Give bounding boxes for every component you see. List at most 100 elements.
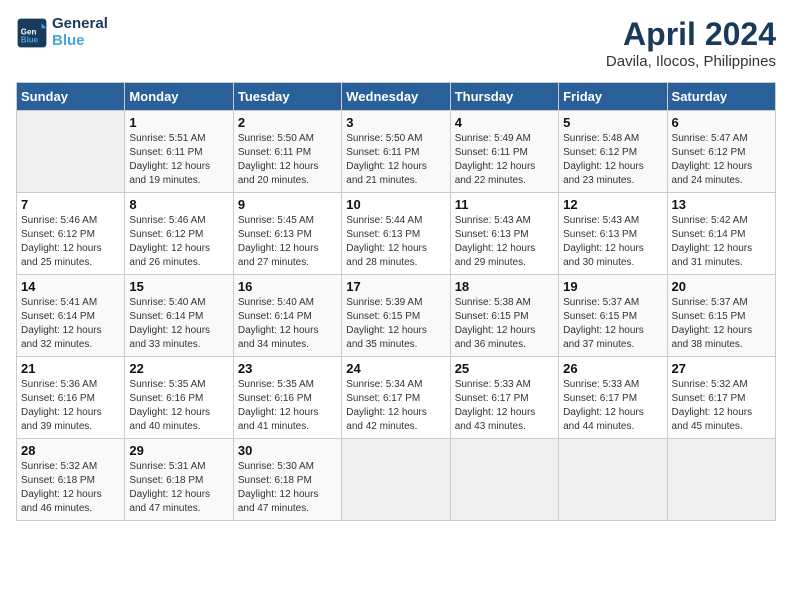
day-cell: 5Sunrise: 5:48 AMSunset: 6:12 PMDaylight… — [559, 111, 667, 193]
week-row-1: 1Sunrise: 5:51 AMSunset: 6:11 PMDaylight… — [17, 111, 776, 193]
day-info: Sunrise: 5:37 AMSunset: 6:15 PMDaylight:… — [563, 296, 662, 352]
page-header: Gen Blue General Blue April 2024 Davila,… — [16, 16, 776, 70]
day-info: Sunrise: 5:50 AMSunset: 6:11 PMDaylight:… — [346, 132, 445, 188]
day-cell: 9 Sunrise: 5:45 AMSunset: 6:13 PMDaylight… — [233, 193, 341, 275]
day-cell: 3 Sunrise: 5:50 AMSunset: 6:11 PMDaylight… — [342, 111, 450, 193]
day-cell: 19 Sunrise: 5:37 AMSunset: 6:15 PMDayligh… — [559, 275, 667, 357]
day-cell: 10 Sunrise: 5:44 AMSunset: 6:13 PMDayligh… — [342, 193, 450, 275]
day-info: Sunrise: 5:39 AMSunset: 6:15 PMDaylight:… — [346, 296, 445, 352]
day-cell — [667, 439, 775, 521]
day-number: 25 — [455, 361, 554, 376]
day-info: Sunrise: 5:40 AMSunset: 6:14 PMDaylight:… — [129, 296, 228, 352]
day-cell: 7Sunrise: 5:46 AMSunset: 6:12 PMDaylight… — [17, 193, 125, 275]
day-cell: 26Sunrise: 5:33 AMSunset: 6:17 PMDayligh… — [559, 357, 667, 439]
day-cell: 1Sunrise: 5:51 AMSunset: 6:11 PMDaylight… — [125, 111, 233, 193]
day-number: 19 — [563, 279, 662, 294]
day-cell: 30 Sunrise: 5:30 AMSunset: 6:18 PMDayligh… — [233, 439, 341, 521]
day-cell: 13 Sunrise: 5:42 AMSunset: 6:14 PMDayligh… — [667, 193, 775, 275]
day-cell: 29 Sunrise: 5:31 AMSunset: 6:18 PMDayligh… — [125, 439, 233, 521]
day-info: Sunrise: 5:45 AMSunset: 6:13 PMDaylight:… — [238, 214, 337, 270]
day-cell: 24 Sunrise: 5:34 AMSunset: 6:17 PMDayligh… — [342, 357, 450, 439]
week-row-2: 7Sunrise: 5:46 AMSunset: 6:12 PMDaylight… — [17, 193, 776, 275]
day-info: Sunrise: 5:35 AMSunset: 6:16 PMDaylight:… — [238, 378, 337, 434]
logo-icon: Gen Blue — [16, 17, 48, 49]
day-cell — [342, 439, 450, 521]
day-number: 12 — [563, 197, 662, 212]
day-number: 13 — [672, 197, 771, 212]
day-info: Sunrise: 5:40 AMSunset: 6:14 PMDaylight:… — [238, 296, 337, 352]
day-info: Sunrise: 5:44 AMSunset: 6:13 PMDaylight:… — [346, 214, 445, 270]
day-info: Sunrise: 5:43 AMSunset: 6:13 PMDaylight:… — [455, 214, 554, 270]
day-info: Sunrise: 5:34 AMSunset: 6:17 PMDaylight:… — [346, 378, 445, 434]
svg-text:Blue: Blue — [21, 35, 39, 44]
day-number: 15 — [129, 279, 228, 294]
header-monday: Monday — [125, 83, 233, 111]
day-number: 22 — [129, 361, 228, 376]
day-number: 28 — [21, 443, 120, 458]
day-number: 9 — [238, 197, 337, 212]
day-cell: 27 Sunrise: 5:32 AMSunset: 6:17 PMDayligh… — [667, 357, 775, 439]
day-info: Sunrise: 5:35 AMSunset: 6:16 PMDaylight:… — [129, 378, 228, 434]
day-cell — [559, 439, 667, 521]
day-info: Sunrise: 5:42 AMSunset: 6:14 PMDaylight:… — [672, 214, 771, 270]
day-cell: 2Sunrise: 5:50 AMSunset: 6:11 PMDaylight… — [233, 111, 341, 193]
location-title: Davila, Ilocos, Philippines — [606, 53, 776, 70]
week-row-3: 14Sunrise: 5:41 AMSunset: 6:14 PMDayligh… — [17, 275, 776, 357]
day-number: 20 — [672, 279, 771, 294]
day-info: Sunrise: 5:46 AMSunset: 6:12 PMDaylight:… — [129, 214, 228, 270]
header-saturday: Saturday — [667, 83, 775, 111]
week-row-5: 28Sunrise: 5:32 AMSunset: 6:18 PMDayligh… — [17, 439, 776, 521]
day-cell: 6 Sunrise: 5:47 AMSunset: 6:12 PMDaylight… — [667, 111, 775, 193]
app-logo: Gen Blue General Blue — [16, 16, 108, 49]
day-cell: 4 Sunrise: 5:49 AMSunset: 6:11 PMDaylight… — [450, 111, 558, 193]
day-info: Sunrise: 5:46 AMSunset: 6:12 PMDaylight:… — [21, 214, 120, 270]
day-number: 4 — [455, 115, 554, 130]
day-number: 29 — [129, 443, 228, 458]
day-number: 30 — [238, 443, 337, 458]
day-info: Sunrise: 5:32 AMSunset: 6:17 PMDaylight:… — [672, 378, 771, 434]
day-number: 21 — [21, 361, 120, 376]
day-cell: 28Sunrise: 5:32 AMSunset: 6:18 PMDayligh… — [17, 439, 125, 521]
day-info: Sunrise: 5:36 AMSunset: 6:16 PMDaylight:… — [21, 378, 120, 434]
day-info: Sunrise: 5:37 AMSunset: 6:15 PMDaylight:… — [672, 296, 771, 352]
day-cell: 8Sunrise: 5:46 AMSunset: 6:12 PMDaylight… — [125, 193, 233, 275]
calendar-table: SundayMondayTuesdayWednesdayThursdayFrid… — [16, 82, 776, 521]
day-cell: 11 Sunrise: 5:43 AMSunset: 6:13 PMDayligh… — [450, 193, 558, 275]
day-number: 18 — [455, 279, 554, 294]
month-title: April 2024 — [606, 16, 776, 53]
day-cell: 21 Sunrise: 5:36 AMSunset: 6:16 PMDayligh… — [17, 357, 125, 439]
header-sunday: Sunday — [17, 83, 125, 111]
header-thursday: Thursday — [450, 83, 558, 111]
day-info: Sunrise: 5:49 AMSunset: 6:11 PMDaylight:… — [455, 132, 554, 188]
day-number: 27 — [672, 361, 771, 376]
day-info: Sunrise: 5:43 AMSunset: 6:13 PMDaylight:… — [563, 214, 662, 270]
header-wednesday: Wednesday — [342, 83, 450, 111]
day-number: 16 — [238, 279, 337, 294]
header-friday: Friday — [559, 83, 667, 111]
day-number: 6 — [672, 115, 771, 130]
day-info: Sunrise: 5:31 AMSunset: 6:18 PMDaylight:… — [129, 460, 228, 516]
day-info: Sunrise: 5:33 AMSunset: 6:17 PMDaylight:… — [563, 378, 662, 434]
day-info: Sunrise: 5:48 AMSunset: 6:12 PMDaylight:… — [563, 132, 662, 188]
day-cell: 16 Sunrise: 5:40 AMSunset: 6:14 PMDayligh… — [233, 275, 341, 357]
day-info: Sunrise: 5:51 AMSunset: 6:11 PMDaylight:… — [129, 132, 228, 188]
day-cell: 12 Sunrise: 5:43 AMSunset: 6:13 PMDayligh… — [559, 193, 667, 275]
calendar-title-block: April 2024 Davila, Ilocos, Philippines — [606, 16, 776, 70]
day-info: Sunrise: 5:38 AMSunset: 6:15 PMDaylight:… — [455, 296, 554, 352]
day-cell — [17, 111, 125, 193]
day-cell — [450, 439, 558, 521]
day-cell: 23Sunrise: 5:35 AMSunset: 6:16 PMDayligh… — [233, 357, 341, 439]
day-number: 3 — [346, 115, 445, 130]
day-cell: 25Sunrise: 5:33 AMSunset: 6:17 PMDayligh… — [450, 357, 558, 439]
day-cell: 18 Sunrise: 5:38 AMSunset: 6:15 PMDayligh… — [450, 275, 558, 357]
day-number: 10 — [346, 197, 445, 212]
day-cell: 20 Sunrise: 5:37 AMSunset: 6:15 PMDayligh… — [667, 275, 775, 357]
day-cell: 22 Sunrise: 5:35 AMSunset: 6:16 PMDayligh… — [125, 357, 233, 439]
day-number: 24 — [346, 361, 445, 376]
header-tuesday: Tuesday — [233, 83, 341, 111]
week-row-4: 21 Sunrise: 5:36 AMSunset: 6:16 PMDayligh… — [17, 357, 776, 439]
day-info: Sunrise: 5:47 AMSunset: 6:12 PMDaylight:… — [672, 132, 771, 188]
day-info: Sunrise: 5:30 AMSunset: 6:18 PMDaylight:… — [238, 460, 337, 516]
day-number: 11 — [455, 197, 554, 212]
day-number: 2 — [238, 115, 337, 130]
